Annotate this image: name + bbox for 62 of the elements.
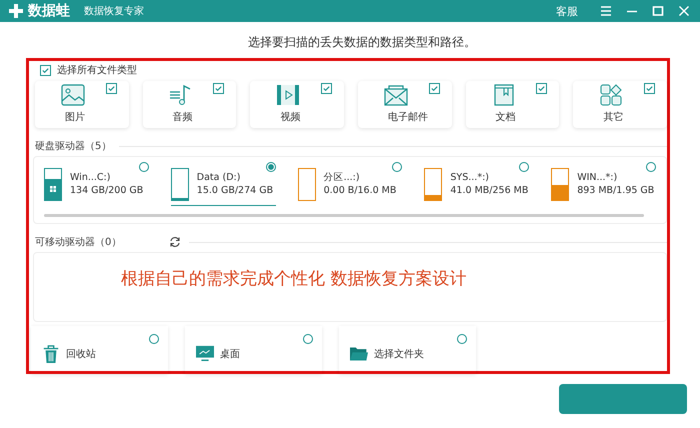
drive-name: SYS...*:) <box>450 171 490 184</box>
radio-button[interactable] <box>266 162 276 172</box>
close-icon[interactable] <box>678 5 690 17</box>
checkbox[interactable] <box>213 83 224 94</box>
drive-capacity: 893 MB/1.95 GB <box>577 184 654 197</box>
radio-button[interactable] <box>457 334 467 344</box>
customer-service-link[interactable]: 客服 <box>556 4 578 18</box>
radio-button[interactable] <box>138 162 149 172</box>
checkbox[interactable] <box>428 83 440 94</box>
section-title: 可移动驱动器（0） <box>35 236 122 249</box>
drive-item[interactable]: Win...C:) 134 GB/200 GB <box>44 163 149 206</box>
category-card[interactable]: 其它 <box>573 81 668 128</box>
location-card[interactable]: 桌面 <box>185 326 322 374</box>
drive-item[interactable]: Data (D:) 15.0 GB/274 GB <box>170 163 276 206</box>
drive-name: Data (D:) <box>196 171 242 184</box>
drive-name: WIN...*:) <box>577 171 618 184</box>
drive-name: 分区...:) <box>324 171 361 184</box>
radio-button[interactable] <box>149 334 159 344</box>
radio-button[interactable] <box>392 162 402 172</box>
category-card[interactable]: 视频 <box>250 81 344 128</box>
trash-icon <box>42 345 60 363</box>
folder-icon <box>350 345 368 363</box>
menu-icon[interactable] <box>600 5 612 17</box>
drive-capacity: 15.0 GB/274 GB <box>196 184 274 197</box>
drive-item[interactable]: SYS...*:) 41.0 MB/256 MB <box>424 163 530 206</box>
drive-capacity: 134 GB/200 GB <box>70 184 144 197</box>
app-subtitle: 数据恢复专家 <box>84 4 144 18</box>
category-card[interactable]: 音频 <box>142 81 236 128</box>
checkbox[interactable] <box>106 83 117 94</box>
checkbox[interactable] <box>536 83 548 94</box>
drive-capacity: 41.0 MB/256 MB <box>450 184 528 197</box>
scrollbar[interactable] <box>44 214 644 217</box>
instruction-text: 选择要扫描的丢失数据的数据类型和路径。 <box>247 34 477 51</box>
music-note-icon <box>168 84 193 106</box>
drive-item[interactable]: WIN...*:) 893 MB/1.95 GB <box>551 163 656 206</box>
drive-name: Win...C:) <box>70 171 112 184</box>
radio-button[interactable] <box>519 162 530 172</box>
envelope-icon <box>384 84 408 106</box>
refresh-icon[interactable] <box>169 236 182 248</box>
section-title: 硬盘驱动器（5） <box>35 140 112 153</box>
checkbox[interactable] <box>321 83 332 94</box>
radio-button[interactable] <box>646 162 656 172</box>
film-icon <box>276 84 300 106</box>
maximize-icon[interactable] <box>652 5 664 17</box>
category-card[interactable]: 文档 <box>466 81 560 128</box>
drive-capacity: 0.00 B/16.0 MB <box>324 184 396 197</box>
location-card[interactable]: 回收站 <box>31 326 168 374</box>
app-name: 数据蛙 <box>28 2 70 20</box>
location-card[interactable]: 选择文件夹 <box>339 326 476 374</box>
cross-logo-icon <box>8 3 24 19</box>
category-card[interactable]: 电子邮件 <box>358 81 452 128</box>
checkbox[interactable] <box>644 83 656 94</box>
drive-item[interactable]: 分区...:) 0.00 B/16.0 MB <box>298 163 402 206</box>
annotation-text: 根据自己的需求完成个性化 数据恢复方案设计 <box>121 269 466 289</box>
document-icon <box>492 84 516 106</box>
select-all-label: 选择所有文件类型 <box>57 64 137 77</box>
apps-icon <box>599 84 624 106</box>
monitor-icon <box>196 345 214 363</box>
picture-icon <box>61 84 85 106</box>
category-card[interactable]: 图片 <box>35 81 129 128</box>
checkbox[interactable] <box>40 64 51 76</box>
radio-button[interactable] <box>303 334 313 344</box>
